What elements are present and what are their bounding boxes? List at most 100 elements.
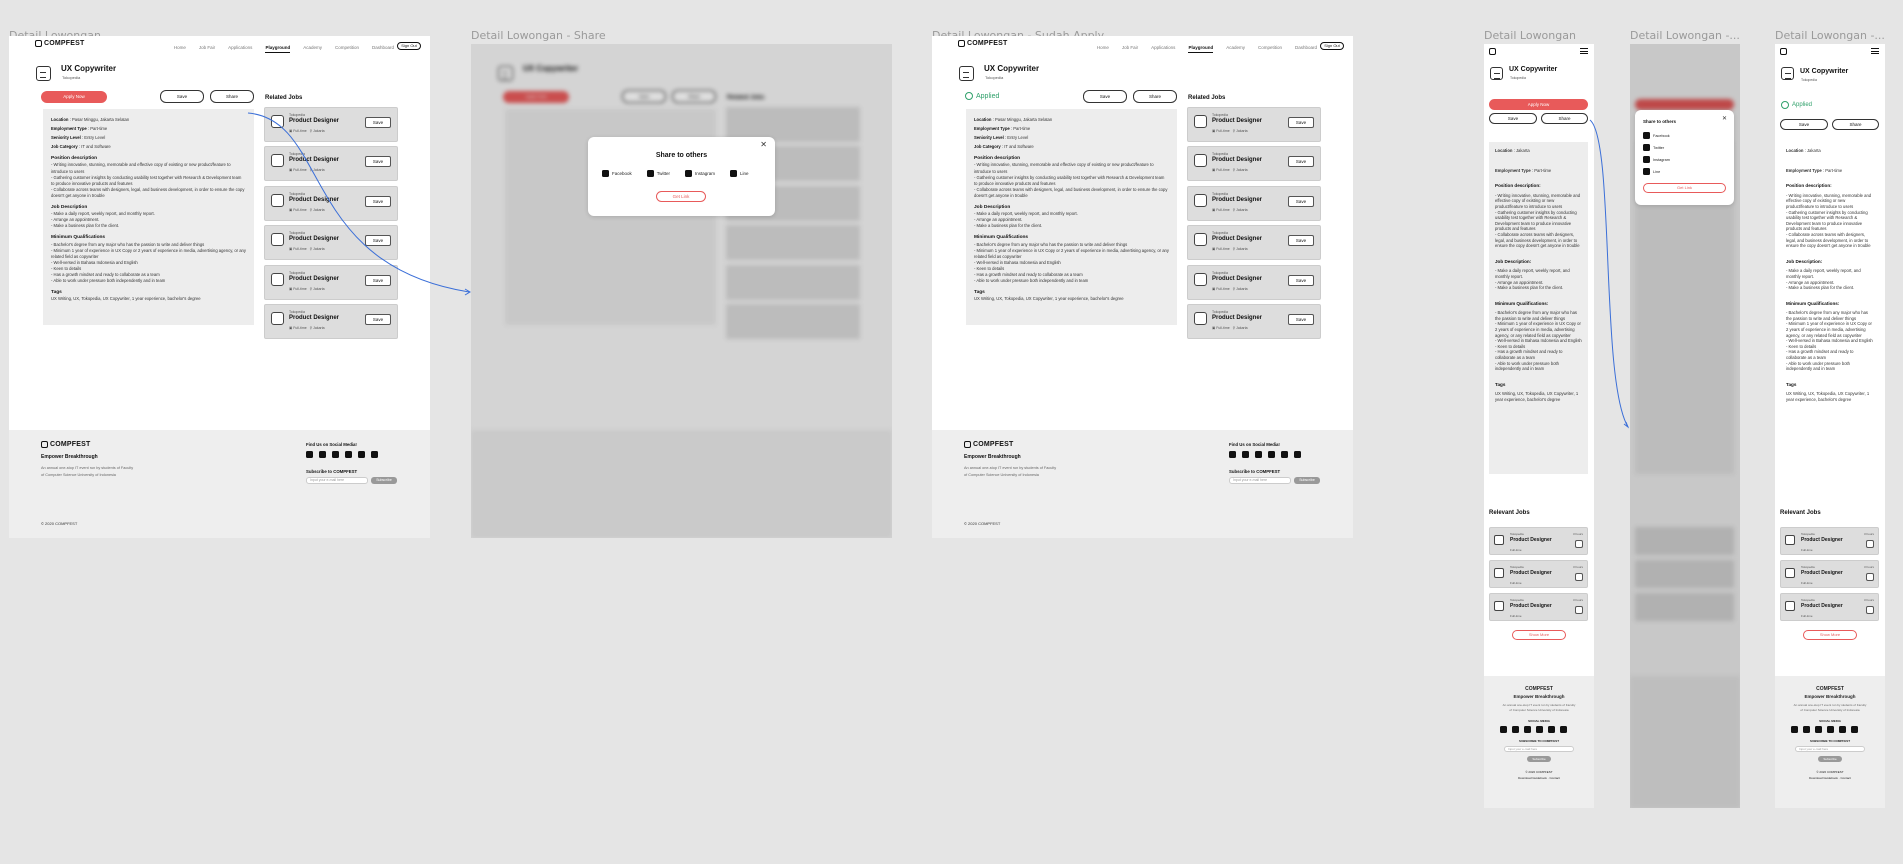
email-input[interactable]: Input your e-mail here [1504,746,1574,752]
subscribe-button[interactable]: Subscribe [371,477,397,484]
related-card[interactable]: Tokopedia Product Designer ▣ Full-time ⚲ J… [264,186,398,221]
share-instagram[interactable]: Instagram [685,170,715,177]
modal-overlay[interactable] [471,44,892,538]
save-button[interactable]: Save [1288,196,1314,207]
apply-now-button[interactable]: Apply Now [1489,99,1588,110]
youtube-icon[interactable] [1524,726,1531,733]
logo[interactable]: COMPFEST [35,40,85,47]
bookmark-icon[interactable] [1866,540,1874,548]
nav-job-fair[interactable]: Job Fair [1122,45,1138,53]
nav-competition[interactable]: Competition [335,45,359,53]
save-button[interactable]: Save [365,196,391,207]
related-card[interactable]: Tokopedia Product Designer Full-time 3 hour… [1489,527,1588,555]
subscribe-button[interactable]: Subscribe [1527,756,1551,762]
nav-job-fair[interactable]: Job Fair [199,45,215,53]
email-input[interactable]: Input your e-mail here [1795,746,1865,752]
bookmark-icon[interactable] [1575,573,1583,581]
nav-competition[interactable]: Competition [1258,45,1282,53]
related-card[interactable]: Tokopedia Product Designer ▣ Full-time ⚲ J… [1187,186,1321,221]
nav-academy[interactable]: Academy [303,45,322,53]
facebook-icon[interactable] [306,451,313,458]
related-card[interactable]: Tokopedia Product Designer ▣ Full-time ⚲ J… [264,146,398,181]
related-card[interactable]: Tokopedia Product Designer ▣ Full-time ⚲ J… [264,304,398,339]
facebook-icon[interactable] [1791,726,1798,733]
nav-applications[interactable]: Applications [228,45,252,53]
close-icon[interactable]: ✕ [760,140,767,149]
share-button[interactable]: Share [1832,119,1879,130]
linkedin-icon[interactable] [371,451,378,458]
save-button[interactable]: Save [1288,314,1314,325]
related-card[interactable]: Tokopedia Product Designer ▣ Full-time ⚲ J… [1187,304,1321,339]
nav-academy[interactable]: Academy [1226,45,1245,53]
bookmark-icon[interactable] [1866,606,1874,614]
nav-playground[interactable]: Playground [1188,45,1214,53]
save-button[interactable]: Save [1288,156,1314,167]
show-more-button[interactable]: Show More [1512,630,1566,640]
subscribe-button[interactable]: Subscribe [1818,756,1842,762]
facebook-icon[interactable] [1500,726,1507,733]
related-card[interactable]: Tokopedia Product Designer Full-time 3 hour… [1489,593,1588,621]
save-button[interactable]: Save [365,156,391,167]
share-line[interactable]: Line [730,170,749,177]
related-card[interactable]: Tokopedia Product Designer ▣ Full-time ⚲ J… [1187,146,1321,181]
instagram-icon[interactable] [345,451,352,458]
footer-links[interactable]: Download Guidebook · Contact [1484,776,1594,780]
linkedin-icon[interactable] [1560,726,1567,733]
logo-icon[interactable] [1489,48,1496,55]
twitter-icon[interactable] [1512,726,1519,733]
menu-icon[interactable] [1871,48,1879,54]
line-icon[interactable] [1839,726,1846,733]
instagram-icon[interactable] [1268,451,1275,458]
share-button[interactable]: Share [1541,113,1588,124]
get-link-button[interactable]: Get Link [1643,183,1726,193]
sign-out-button[interactable]: Sign Out [397,42,421,50]
related-card[interactable]: Tokopedia Product Designer ▣ Full-time ⚲ J… [264,107,398,142]
save-button[interactable]: Save [365,117,391,128]
youtube-icon[interactable] [1815,726,1822,733]
logo-icon[interactable] [1780,48,1787,55]
bookmark-icon[interactable] [1866,573,1874,581]
nav-home[interactable]: Home [1097,45,1109,53]
footer-links[interactable]: Download Guidebook · Contact [1775,776,1885,780]
share-button[interactable]: Share [1133,90,1177,103]
save-button[interactable]: Save [1083,90,1127,103]
nav-applications[interactable]: Applications [1151,45,1175,53]
twitter-icon[interactable] [1803,726,1810,733]
email-input[interactable]: Input your e-mail here [306,477,368,484]
line-icon[interactable] [1281,451,1288,458]
save-button[interactable]: Save [160,90,204,103]
save-button[interactable]: Save [1288,235,1314,246]
share-twitter[interactable]: Twitter [646,170,670,177]
bookmark-icon[interactable] [1575,540,1583,548]
related-card[interactable]: Tokopedia Product Designer Full-time 3 hour… [1780,527,1879,555]
save-button[interactable]: Save [365,314,391,325]
menu-icon[interactable] [1580,48,1588,54]
sign-out-button[interactable]: Sign Out [1320,42,1344,50]
twitter-icon[interactable] [319,451,326,458]
share-instagram[interactable]: Instagram [1643,156,1670,163]
save-button[interactable]: Save [365,235,391,246]
linkedin-icon[interactable] [1851,726,1858,733]
related-card[interactable]: Tokopedia Product Designer Full-time 3 hour… [1489,560,1588,588]
youtube-icon[interactable] [1255,451,1262,458]
apply-now-button[interactable]: Apply Now [41,91,107,103]
close-icon[interactable]: ✕ [1722,115,1727,122]
nav-playground[interactable]: Playground [265,45,291,53]
subscribe-button[interactable]: Subscribe [1294,477,1320,484]
show-more-button[interactable]: Show More [1803,630,1857,640]
save-button[interactable]: Save [1288,275,1314,286]
save-button[interactable]: Save [365,275,391,286]
share-twitter[interactable]: Twitter [1643,144,1670,151]
instagram-icon[interactable] [1536,726,1543,733]
related-card[interactable]: Tokopedia Product Designer ▣ Full-time ⚲ J… [264,265,398,300]
nav-home[interactable]: Home [174,45,186,53]
related-card[interactable]: Tokopedia Product Designer ▣ Full-time ⚲ J… [264,225,398,260]
nav-dashboard[interactable]: Dashboard [1295,45,1317,53]
related-card[interactable]: Tokopedia Product Designer ▣ Full-time ⚲ J… [1187,107,1321,142]
related-card[interactable]: Tokopedia Product Designer Full-time 3 hour… [1780,560,1879,588]
get-link-button[interactable]: Get Link [656,191,706,202]
share-facebook[interactable]: Facebook [1643,132,1670,139]
line-icon[interactable] [1548,726,1555,733]
youtube-icon[interactable] [332,451,339,458]
save-button[interactable]: Save [1288,117,1314,128]
